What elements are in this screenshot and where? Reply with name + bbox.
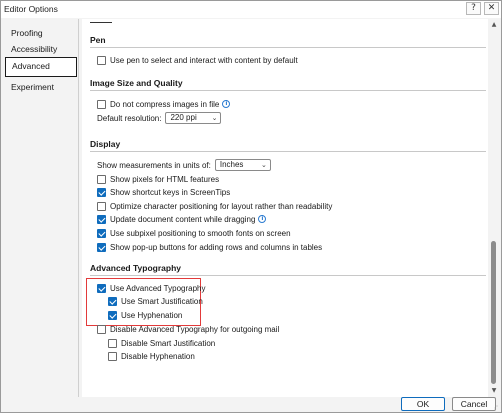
chevron-down-icon: ⌄ (260, 161, 267, 169)
option-label: Update document content while dragging (110, 214, 256, 224)
units-row: Show measurements in units of: Inches ⌄ (97, 159, 271, 171)
option-label: Show shortcut keys in ScreenTips (110, 187, 231, 197)
option-show-popup-buttons[interactable]: Show pop-up buttons for adding rows and … (97, 241, 322, 253)
option-optimize-character-positioning[interactable]: Optimize character positioning for layou… (97, 200, 332, 212)
scroll-up-icon[interactable]: ▲ (490, 21, 498, 29)
info-icon[interactable]: i (258, 215, 267, 223)
checkbox[interactable] (97, 242, 106, 252)
section-divider (90, 275, 486, 276)
option-label: Use subpixel positioning to smooth fonts… (110, 228, 291, 238)
default-resolution-select[interactable]: 220 ppi ⌄ (165, 112, 222, 124)
option-use-advanced-typography[interactable]: Use Advanced Typography (97, 282, 205, 294)
option-label: Do not compress images in file (110, 99, 220, 109)
close-button[interactable]: ✕ (484, 2, 499, 15)
dialog-footer: OK Cancel (1, 397, 501, 413)
option-show-shortcut-keys[interactable]: Show shortcut keys in ScreenTips (97, 186, 230, 198)
checkbox[interactable] (97, 283, 106, 293)
chevron-down-icon: ⌄ (211, 114, 218, 122)
option-label: Use Advanced Typography (110, 283, 206, 293)
section-title-typography: Advanced Typography (90, 263, 181, 273)
section-divider (90, 47, 486, 48)
option-label: Disable Hyphenation (121, 351, 195, 361)
editor-options-dialog: Editor Options ? ✕ Proofing Accessibilit… (0, 0, 502, 413)
checkbox[interactable] (108, 338, 117, 348)
checkbox[interactable] (97, 201, 106, 211)
divider (90, 22, 112, 23)
checkbox[interactable] (97, 99, 106, 109)
option-subpixel-positioning[interactable]: Use subpixel positioning to smooth fonts… (97, 227, 291, 239)
default-resolution-row: Default resolution: 220 ppi ⌄ (97, 112, 222, 124)
option-update-while-dragging[interactable]: Update document content while dragging i (97, 213, 267, 225)
section-title-image: Image Size and Quality (90, 78, 183, 88)
options-sidebar: Proofing Accessibility Advanced Experime… (3, 19, 79, 397)
scroll-thumb[interactable] (491, 241, 496, 384)
units-select[interactable]: Inches ⌄ (214, 159, 271, 171)
section-title-pen: Pen (90, 35, 106, 45)
option-use-pen[interactable]: Use pen to select and interact with cont… (97, 54, 298, 66)
option-label: Show pop-up buttons for adding rows and … (110, 242, 323, 252)
checkbox[interactable] (97, 214, 106, 224)
default-resolution-label: Default resolution: (97, 113, 162, 123)
resize-grip-icon[interactable]: ⋰ (492, 405, 498, 412)
title-bar: Editor Options ? ✕ (1, 1, 501, 18)
vertical-scrollbar[interactable]: ▲ ▼ (488, 19, 500, 397)
checkbox[interactable] (108, 310, 117, 320)
select-value: Inches (219, 160, 244, 169)
section-divider (90, 151, 486, 152)
sidebar-item-experiment[interactable]: Experiment (5, 77, 77, 97)
option-label: Use pen to select and interact with cont… (110, 55, 298, 65)
option-show-pixels[interactable]: Show pixels for HTML features (97, 173, 219, 185)
option-label: Disable Advanced Typography for outgoing… (110, 324, 280, 334)
option-label: Use Smart Justification (121, 296, 203, 306)
checkbox[interactable] (97, 187, 106, 197)
option-label: Disable Smart Justification (121, 338, 216, 348)
option-label: Show pixels for HTML features (110, 174, 220, 184)
info-icon[interactable]: i (222, 100, 231, 108)
option-do-not-compress[interactable]: Do not compress images in file i (97, 98, 231, 110)
option-disable-typography-outgoing-mail[interactable]: Disable Advanced Typography for outgoing… (97, 323, 279, 335)
help-button[interactable]: ? (466, 2, 481, 15)
options-content-pane: Pen Use pen to select and interact with … (82, 19, 488, 397)
option-label: Use Hyphenation (121, 310, 183, 320)
checkbox[interactable] (97, 55, 106, 65)
dialog-title: Editor Options (4, 4, 58, 14)
option-disable-smart-justification[interactable]: Disable Smart Justification (108, 337, 215, 349)
sidebar-item-advanced[interactable]: Advanced (5, 57, 77, 77)
option-disable-hyphenation[interactable]: Disable Hyphenation (108, 350, 195, 362)
checkbox[interactable] (108, 351, 117, 361)
option-use-hyphenation[interactable]: Use Hyphenation (108, 309, 182, 321)
ok-button[interactable]: OK (401, 397, 445, 411)
select-value: 220 ppi (170, 113, 197, 122)
checkbox[interactable] (108, 296, 117, 306)
checkbox[interactable] (97, 174, 106, 184)
option-use-smart-justification[interactable]: Use Smart Justification (108, 295, 203, 307)
cancel-button[interactable]: Cancel (452, 397, 496, 411)
scroll-down-icon[interactable]: ▼ (490, 387, 498, 395)
checkbox[interactable] (97, 228, 106, 238)
checkbox[interactable] (97, 324, 106, 334)
units-label: Show measurements in units of: (97, 160, 211, 170)
option-label: Optimize character positioning for layou… (110, 201, 333, 211)
sidebar-item-accessibility[interactable]: Accessibility (5, 39, 77, 59)
section-title-display: Display (90, 139, 121, 149)
section-divider (90, 90, 486, 91)
